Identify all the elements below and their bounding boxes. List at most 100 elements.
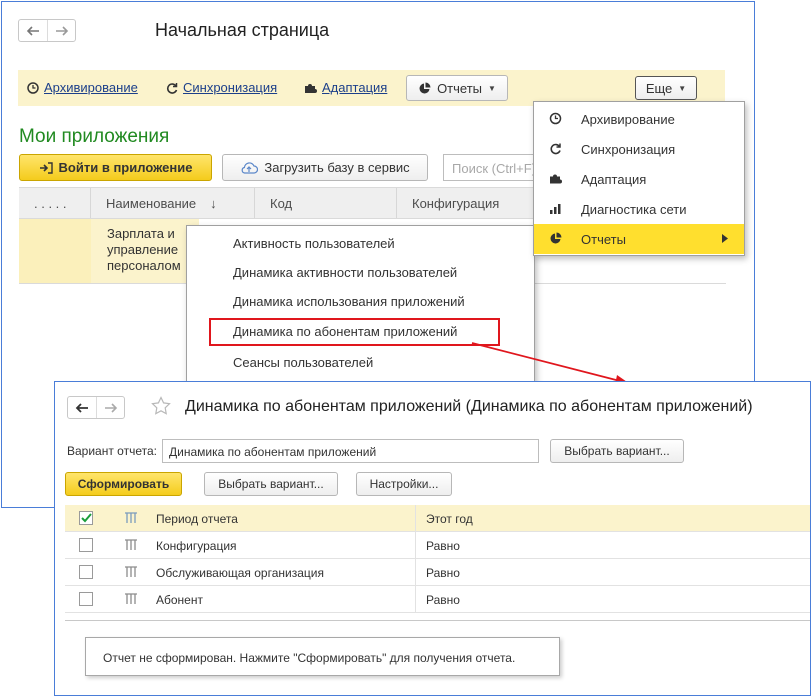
filter-name: Конфигурация: [156, 539, 237, 553]
chevron-down-icon: ▼: [488, 83, 496, 93]
cloud-upload-icon: [241, 162, 259, 174]
pie-chart-icon: [419, 82, 431, 93]
menu-item-app-usage-dynamics[interactable]: Динамика использования приложений: [233, 294, 465, 309]
choose-variant-button-2[interactable]: Выбрать вариант...: [204, 472, 338, 496]
row-name-cell: Зарплата и управление персоналом: [107, 226, 193, 274]
row-name-line2: управление: [107, 242, 179, 257]
filter-field-icon: [125, 593, 137, 604]
forward-button[interactable]: [47, 20, 75, 41]
login-app-button[interactable]: Войти в приложение: [19, 154, 212, 181]
table-row[interactable]: Конфигурация Равно: [65, 532, 810, 559]
my-apps-heading: Мои приложения: [19, 126, 170, 147]
not-generated-message: Отчет не сформирован. Нажмите "Сформиров…: [85, 637, 560, 676]
column-divider: [415, 532, 416, 558]
variant-field[interactable]: Динамика по абонентам приложений: [162, 439, 539, 463]
filter-checkbox[interactable]: [79, 538, 93, 552]
col-name[interactable]: Наименование ↓: [91, 188, 255, 218]
filter-value[interactable]: Равно: [426, 566, 460, 580]
sync-link[interactable]: Синхронизация: [166, 80, 277, 95]
clock-icon: [549, 112, 562, 125]
arrow-right-icon: [104, 402, 117, 413]
filter-checkbox[interactable]: [79, 511, 93, 525]
filter-field-icon: [125, 539, 137, 550]
filter-field-icon: [125, 512, 137, 523]
dropdown-item-network-diagnostics[interactable]: Диагностика сети: [534, 194, 744, 224]
clock-icon: [27, 81, 39, 94]
dropdown-item-label: Архивирование: [581, 111, 675, 127]
filter-value[interactable]: Равно: [426, 593, 460, 607]
filter-name: Абонент: [156, 593, 203, 607]
dropdown-item-adaptation[interactable]: Адаптация: [534, 164, 744, 194]
row-name-line3: персоналом: [107, 258, 181, 273]
column-divider: [415, 586, 416, 612]
menu-item-user-activity-dynamics[interactable]: Динамика активности пользователей: [233, 265, 457, 280]
more-button-label: Еще: [645, 80, 673, 96]
table-row[interactable]: Абонент Равно: [65, 586, 810, 613]
report-title: Динамика по абонентам приложений (Динами…: [185, 398, 753, 415]
back-button[interactable]: [68, 397, 96, 418]
reports-button[interactable]: Отчеты ▼: [406, 75, 508, 101]
archiving-link-label: Архивирование: [44, 80, 138, 95]
table-row[interactable]: Период отчета Этот год: [65, 505, 810, 532]
archiving-link[interactable]: Архивирование: [27, 80, 138, 95]
history-nav: [18, 19, 76, 42]
highlight-box: [209, 318, 500, 346]
search-input[interactable]: Поиск (Ctrl+F): [443, 154, 543, 181]
upload-db-button[interactable]: Загрузить базу в сервис: [222, 154, 428, 181]
arrow-left-icon: [26, 25, 39, 36]
filter-name: Обслуживающая организация: [156, 566, 324, 580]
reports-button-label: Отчеты: [437, 80, 482, 96]
page-title: Начальная страница: [155, 20, 330, 40]
dropdown-item-sync[interactable]: Синхронизация: [534, 134, 744, 164]
row-selection: [19, 219, 91, 283]
col-dots[interactable]: . . . . .: [19, 188, 91, 218]
dropdown-item-reports[interactable]: Отчеты: [534, 224, 744, 254]
refresh-icon: [166, 82, 178, 94]
adaptation-link[interactable]: Адаптация: [304, 80, 387, 95]
arrow-right-icon: [55, 25, 68, 36]
filter-value[interactable]: Равно: [426, 539, 460, 553]
col-code[interactable]: Код: [255, 188, 397, 218]
puzzle-icon: [550, 174, 562, 184]
checkmark-icon: [81, 513, 92, 523]
filter-checkbox[interactable]: [79, 592, 93, 606]
column-divider: [415, 505, 416, 531]
sync-link-label: Синхронизация: [183, 80, 278, 95]
filter-field-icon: [125, 566, 137, 577]
enter-icon: [39, 161, 53, 174]
filter-name: Период отчета: [156, 512, 238, 526]
menu-item-user-sessions[interactable]: Сеансы пользователей: [233, 355, 373, 370]
more-button[interactable]: Еще ▼: [635, 76, 697, 100]
report-window: Динамика по абонентам приложений (Динами…: [54, 381, 811, 696]
column-divider: [415, 559, 416, 585]
arrow-left-icon: [75, 402, 88, 413]
table-row[interactable]: Обслуживающая организация Равно: [65, 559, 810, 586]
pie-chart-icon: [550, 232, 562, 244]
forward-button[interactable]: [96, 397, 124, 418]
dropdown-item-archiving[interactable]: Архивирование: [534, 104, 744, 134]
dropdown-item-label: Диагностика сети: [581, 201, 687, 217]
filter-value[interactable]: Этот год: [426, 512, 473, 526]
filters-table: Период отчета Этот год Конфигурация Равн…: [65, 505, 810, 614]
sort-down-icon: ↓: [210, 195, 217, 211]
upload-db-label: Загрузить базу в сервис: [264, 160, 410, 175]
generate-button[interactable]: Сформировать: [65, 472, 182, 496]
col-config[interactable]: Конфигурация: [397, 188, 547, 218]
menu-item-user-activity[interactable]: Активность пользователей: [233, 236, 395, 251]
back-button[interactable]: [19, 20, 47, 41]
star-icon[interactable]: [151, 396, 171, 415]
puzzle-icon: [305, 83, 317, 93]
variant-label: Вариант отчета:: [67, 444, 157, 458]
signal-bars-icon: [550, 204, 561, 214]
history-nav: [67, 396, 125, 419]
choose-variant-button[interactable]: Выбрать вариант...: [550, 439, 684, 463]
submenu-arrow-icon: [722, 234, 728, 243]
refresh-icon: [550, 143, 561, 155]
settings-button[interactable]: Настройки...: [356, 472, 452, 496]
adaptation-link-label: Адаптация: [322, 80, 388, 95]
report-result-area: Отчет не сформирован. Нажмите "Сформиров…: [65, 620, 810, 695]
filter-checkbox[interactable]: [79, 565, 93, 579]
col-name-label: Наименование: [106, 195, 197, 211]
chevron-down-icon: ▼: [678, 83, 687, 93]
more-dropdown: Архивирование Синхронизация Адаптация Ди…: [533, 101, 745, 256]
